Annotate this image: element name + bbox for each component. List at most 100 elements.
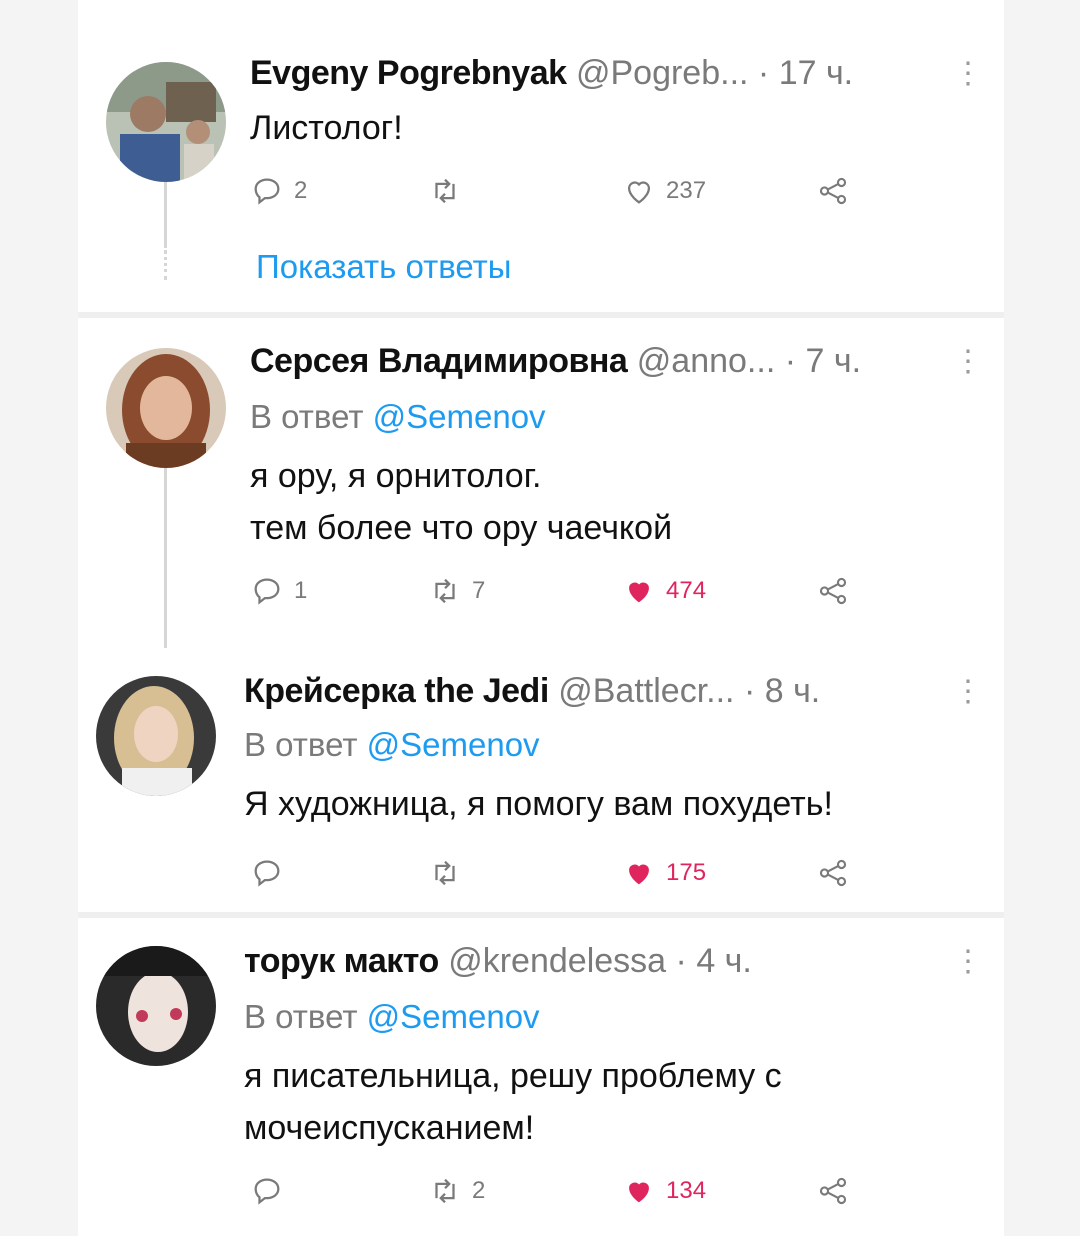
share-icon — [819, 1177, 847, 1205]
reply-prefix: В ответ — [244, 998, 358, 1035]
author-name[interactable]: Evgeny Pogrebnyak — [250, 54, 567, 92]
share-button[interactable] — [816, 174, 850, 208]
avatar-photo — [96, 676, 216, 796]
heart-filled-icon — [629, 864, 649, 885]
share-icon — [819, 859, 847, 887]
mention-link[interactable]: @Semenov — [367, 726, 540, 763]
separator-dot: · — [757, 54, 770, 92]
more-options-icon[interactable]: ⋮ — [953, 674, 983, 709]
tweet-text-line: мочеиспусканием! — [244, 1109, 535, 1147]
author-handle[interactable]: @anno... — [637, 342, 776, 380]
like-button[interactable]: 134 — [622, 1174, 706, 1208]
retweet-button[interactable] — [428, 856, 472, 890]
author-name[interactable]: Крейсерка the Jedi — [244, 672, 549, 710]
reply-prefix: В ответ — [244, 726, 358, 763]
reply-icon — [254, 860, 280, 887]
retweet-button[interactable]: 7 — [428, 574, 485, 608]
share-button[interactable] — [816, 574, 850, 608]
tweet-text: Я художница, я помогу вам похудеть! — [244, 778, 833, 830]
timestamp[interactable]: 8 ч. — [765, 672, 821, 710]
mention-link[interactable]: @Semenov — [373, 398, 546, 435]
tweet-actions: 2 134 — [250, 1174, 950, 1214]
avatar-photo — [96, 946, 216, 1066]
author-name[interactable]: Серсея Владимировна — [250, 342, 628, 380]
avatar[interactable] — [106, 62, 226, 182]
avatar-photo — [106, 62, 226, 182]
reply-context: В ответ @Semenov — [250, 398, 546, 436]
thread-line — [164, 468, 167, 648]
like-count: 134 — [666, 1177, 707, 1204]
author-handle[interactable]: @Battlecr... — [558, 672, 734, 710]
retweet-count: 7 — [472, 577, 486, 604]
tweet-text: я писательница, решу проблему с мочеиспу… — [244, 1050, 782, 1154]
like-count: 474 — [666, 577, 707, 604]
tweet[interactable]: Серсея Владимировна @anno... · 7 ч. ⋮ В … — [78, 318, 1004, 648]
thread-line — [164, 178, 167, 248]
reply-count: 2 — [294, 177, 308, 204]
reply-icon — [254, 578, 280, 605]
tweet-header: торук макто @krendelessa · 4 ч. — [244, 942, 752, 981]
retweet-count: 2 — [472, 1177, 486, 1204]
separator-dot: · — [743, 672, 756, 710]
separator-dot: · — [675, 942, 687, 980]
tweet-text: я ору, я орнитолог. тем более что ору ча… — [250, 450, 672, 554]
tweet-text-line: Листолог! — [250, 109, 403, 147]
like-count: 237 — [666, 177, 707, 204]
tweet-actions: 1 7 474 — [250, 574, 950, 614]
tweet-text-line: Я художница, я помогу вам похудеть! — [244, 785, 833, 823]
tweet-header: Evgeny Pogrebnyak @Pogreb... · 17 ч. — [250, 54, 853, 93]
timestamp[interactable]: 7 ч. — [806, 342, 862, 380]
more-options-icon[interactable]: ⋮ — [953, 344, 983, 379]
separator-dot: · — [784, 342, 797, 380]
reply-icon — [254, 1178, 280, 1205]
heart-filled-icon — [629, 582, 649, 603]
timestamp[interactable]: 4 ч. — [696, 942, 752, 980]
retweet-icon — [435, 860, 455, 886]
avatar[interactable] — [96, 676, 216, 796]
like-button[interactable]: 237 — [622, 174, 706, 208]
tweet-actions: 175 — [250, 856, 950, 896]
heart-outline-icon — [627, 181, 651, 204]
avatar[interactable] — [106, 348, 226, 468]
tweet-text-line: тем более что ору чаечкой — [250, 509, 673, 547]
tweet[interactable]: торук макто @krendelessa · 4 ч. ⋮ В отве… — [78, 918, 1004, 1236]
author-handle[interactable]: @Pogreb... — [576, 54, 749, 92]
reply-button[interactable]: 1 — [250, 574, 307, 608]
reply-context: В ответ @Semenov — [244, 726, 540, 764]
tweet[interactable]: Evgeny Pogrebnyak @Pogreb... · 17 ч. ⋮ Л… — [78, 0, 1004, 312]
retweet-icon — [435, 1178, 455, 1204]
avatar[interactable] — [96, 946, 216, 1066]
reply-context: В ответ @Semenov — [244, 998, 540, 1036]
more-options-icon[interactable]: ⋮ — [953, 56, 983, 91]
tweet-text: Листолог! — [250, 102, 403, 154]
avatar-photo — [106, 348, 226, 468]
author-name[interactable]: торук макто — [244, 942, 439, 980]
reply-button[interactable]: 2 — [250, 174, 307, 208]
show-replies-link[interactable]: Показать ответы — [256, 248, 511, 286]
like-button[interactable]: 175 — [622, 856, 706, 890]
like-button[interactable]: 474 — [622, 574, 706, 608]
tweet[interactable]: Крейсерка the Jedi @Battlecr... · 8 ч. ⋮… — [78, 650, 1004, 912]
share-button[interactable] — [816, 1174, 850, 1208]
right-gutter — [1004, 0, 1080, 1236]
share-icon — [819, 177, 847, 205]
tweet-actions: 2 237 — [250, 174, 950, 214]
author-handle[interactable]: @krendelessa — [448, 942, 666, 980]
retweet-icon — [435, 578, 455, 604]
reply-button[interactable] — [250, 1174, 294, 1208]
retweet-button[interactable] — [428, 174, 472, 208]
left-gutter — [0, 0, 78, 1236]
more-options-icon[interactable]: ⋮ — [953, 944, 983, 979]
reply-count: 1 — [294, 577, 308, 604]
reply-prefix: В ответ — [250, 398, 364, 435]
heart-filled-icon — [629, 1182, 649, 1203]
timestamp[interactable]: 17 ч. — [779, 54, 853, 92]
tweet-text-line: я писательница, решу проблему с — [244, 1057, 782, 1095]
mention-link[interactable]: @Semenov — [367, 998, 540, 1035]
share-button[interactable] — [816, 856, 850, 890]
share-icon — [819, 577, 847, 605]
retweet-button[interactable]: 2 — [428, 1174, 485, 1208]
like-count: 175 — [666, 859, 707, 886]
reply-button[interactable] — [250, 856, 294, 890]
thread-line-dotted — [164, 250, 167, 280]
